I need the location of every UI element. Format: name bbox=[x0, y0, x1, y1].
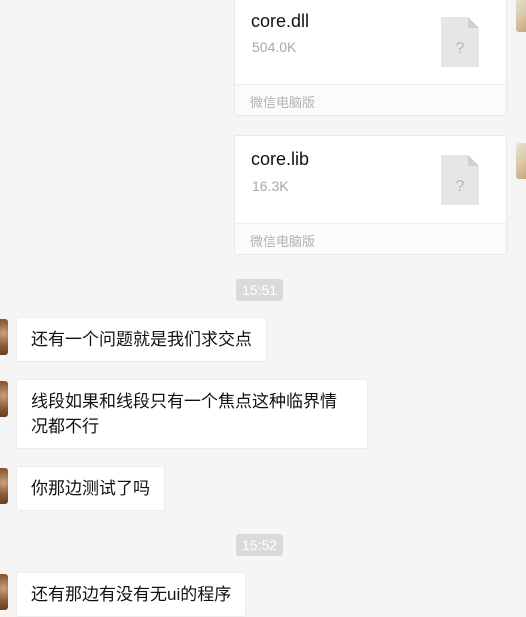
file-message-core-dll[interactable]: core.dll 504.0K ? 微信电脑版 bbox=[234, 0, 507, 116]
avatar[interactable] bbox=[0, 319, 8, 355]
chat-message[interactable]: 还有那边有没有无ui的程序 bbox=[16, 572, 247, 617]
file-source-footer: 微信电脑版 bbox=[235, 84, 506, 115]
file-source-label: 微信电脑版 bbox=[250, 95, 316, 110]
unknown-file-icon: ? bbox=[441, 17, 479, 67]
svg-text:?: ? bbox=[456, 40, 465, 57]
file-source-footer: 微信电脑版 bbox=[235, 223, 506, 254]
chat-message[interactable]: 线段如果和线段只有一个焦点这种临界情况都不行 bbox=[16, 379, 368, 449]
unknown-file-icon: ? bbox=[441, 155, 479, 205]
chat-message[interactable]: 还有一个问题就是我们求交点 bbox=[16, 317, 267, 362]
timestamp: 15:52 bbox=[236, 534, 284, 556]
avatar[interactable] bbox=[516, 143, 526, 179]
file-size: 504.0K bbox=[252, 39, 297, 55]
avatar[interactable] bbox=[516, 0, 526, 32]
file-name: core.lib bbox=[251, 149, 310, 169]
file-size: 16.3K bbox=[252, 178, 289, 194]
timestamp: 15:51 bbox=[236, 279, 284, 301]
file-name: core.dll bbox=[251, 11, 310, 31]
avatar[interactable] bbox=[0, 574, 8, 610]
avatar[interactable] bbox=[0, 468, 8, 504]
file-source-label: 微信电脑版 bbox=[250, 234, 316, 249]
file-message-core-lib[interactable]: core.lib 16.3K ? 微信电脑版 bbox=[234, 135, 507, 255]
chat-message[interactable]: 你那边测试了吗 bbox=[16, 466, 165, 511]
svg-text:?: ? bbox=[456, 178, 465, 195]
avatar[interactable] bbox=[0, 381, 8, 417]
